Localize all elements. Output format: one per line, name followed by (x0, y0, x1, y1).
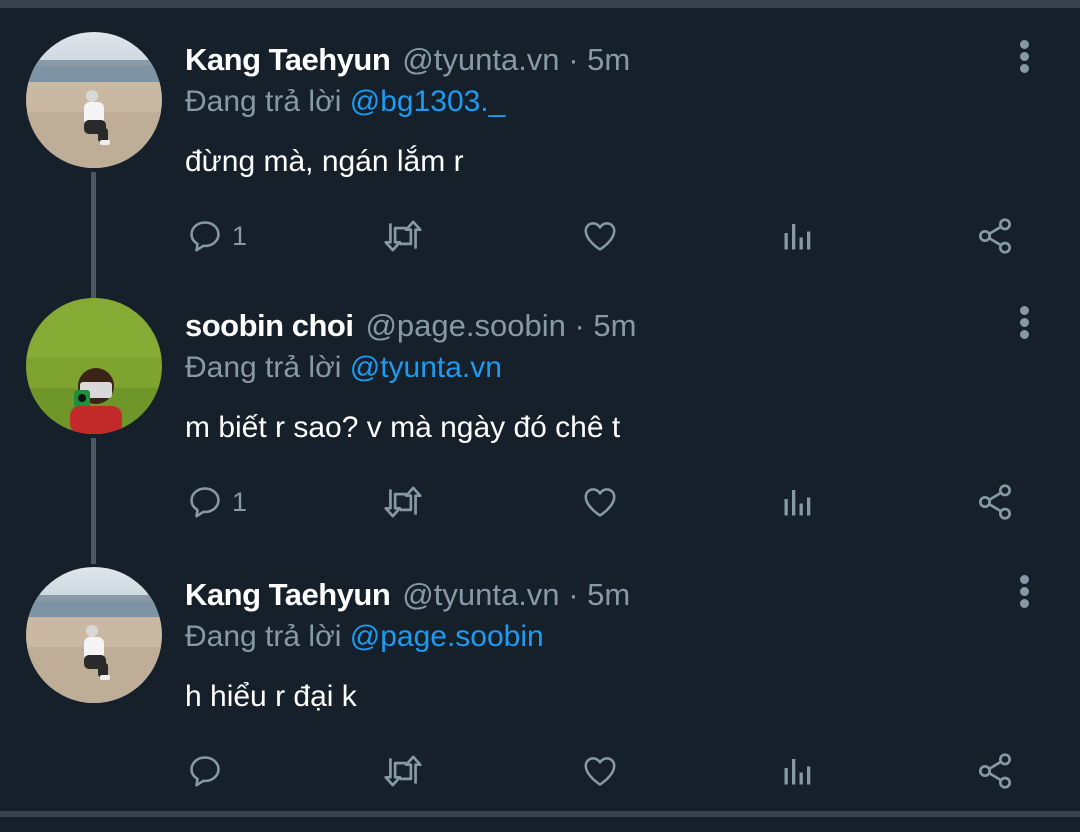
mention-link[interactable]: @tyunta.vn (350, 351, 502, 384)
like-button[interactable] (580, 482, 620, 522)
separator-dot: · (568, 42, 579, 77)
stats-icon (784, 490, 811, 516)
reply-count: 1 (232, 487, 248, 517)
replying-prefix: Đang trả lời (185, 351, 342, 384)
top-divider (0, 0, 1080, 8)
stats-icon (784, 759, 811, 785)
replying-to: Đang trả lời @tyunta.vn (185, 348, 502, 388)
replying-to: Đang trả lời @bg1303._ (185, 82, 505, 122)
retweet-button[interactable] (381, 482, 425, 522)
tweet[interactable]: soobin choi @page.soobin · 5m Đang trả lờ… (0, 296, 1080, 564)
like-button[interactable] (580, 751, 620, 791)
timestamp[interactable]: 5m (593, 308, 636, 343)
replying-prefix: Đang trả lời (185, 620, 342, 653)
reply-count: 1 (232, 221, 248, 251)
user-handle[interactable]: @tyunta.vn (402, 42, 559, 77)
share-button[interactable] (975, 216, 1015, 256)
timestamp[interactable]: 5m (587, 577, 630, 612)
avatar[interactable] (26, 32, 162, 168)
action-bar: 1 (0, 482, 1080, 522)
share-button[interactable] (975, 751, 1015, 791)
avatar[interactable] (26, 298, 162, 434)
reply-button[interactable]: 1 (186, 216, 247, 256)
timestamp[interactable]: 5m (587, 42, 630, 77)
more-options-icon[interactable] (1010, 304, 1040, 342)
replying-to: Đang trả lời @page.soobin (185, 617, 544, 657)
heart-icon (584, 222, 616, 251)
tweet-header: Kang Taehyun @tyunta.vn · 5m (185, 40, 630, 80)
stats-icon (784, 224, 811, 250)
reply-button[interactable] (186, 751, 232, 791)
retweet-icon (384, 755, 422, 787)
mention-link[interactable]: @bg1303._ (350, 85, 506, 118)
user-handle[interactable]: @tyunta.vn (402, 577, 559, 612)
stats-button[interactable] (780, 482, 816, 522)
action-bar (0, 751, 1080, 791)
retweet-button[interactable] (381, 216, 425, 256)
tweet[interactable]: Kang Taehyun @tyunta.vn · 5m Đang trả lời… (0, 30, 1080, 298)
retweet-button[interactable] (381, 751, 425, 791)
more-options-icon[interactable] (1010, 573, 1040, 611)
retweet-icon (384, 486, 422, 518)
reply-icon (190, 487, 220, 518)
like-button[interactable] (580, 216, 620, 256)
tweet-text: h hiểu r đại k (185, 680, 357, 713)
separator-dot: · (574, 308, 585, 343)
stats-button[interactable] (780, 751, 816, 791)
share-icon (979, 484, 1011, 520)
stats-button[interactable] (780, 216, 816, 256)
tweet-header: Kang Taehyun @tyunta.vn · 5m (185, 575, 630, 615)
mention-link[interactable]: @page.soobin (350, 620, 544, 653)
share-button[interactable] (975, 482, 1015, 522)
action-bar: 1 (0, 216, 1080, 256)
replying-prefix: Đang trả lời (185, 85, 342, 118)
share-icon (979, 753, 1011, 789)
bottom-divider (0, 811, 1080, 817)
reply-button[interactable]: 1 (186, 482, 247, 522)
reply-icon (190, 756, 220, 787)
tweet[interactable]: Kang Taehyun @tyunta.vn · 5m Đang trả lời… (0, 565, 1080, 832)
share-icon (979, 218, 1011, 254)
tweet-header: soobin choi @page.soobin · 5m (185, 306, 637, 346)
tweet-text: đừng mà, ngán lắm r (185, 145, 464, 178)
reply-icon (190, 221, 220, 252)
heart-icon (584, 488, 616, 517)
display-name[interactable]: Kang Taehyun (185, 577, 391, 612)
avatar[interactable] (26, 567, 162, 703)
heart-icon (584, 757, 616, 786)
display-name[interactable]: soobin choi (185, 308, 354, 343)
more-options-icon[interactable] (1010, 38, 1040, 76)
display-name[interactable]: Kang Taehyun (185, 42, 391, 77)
separator-dot: · (568, 577, 579, 612)
user-handle[interactable]: @page.soobin (365, 308, 565, 343)
tweet-text: m biết r sao? v mà ngày đó chê t (185, 411, 621, 444)
retweet-icon (384, 220, 422, 252)
